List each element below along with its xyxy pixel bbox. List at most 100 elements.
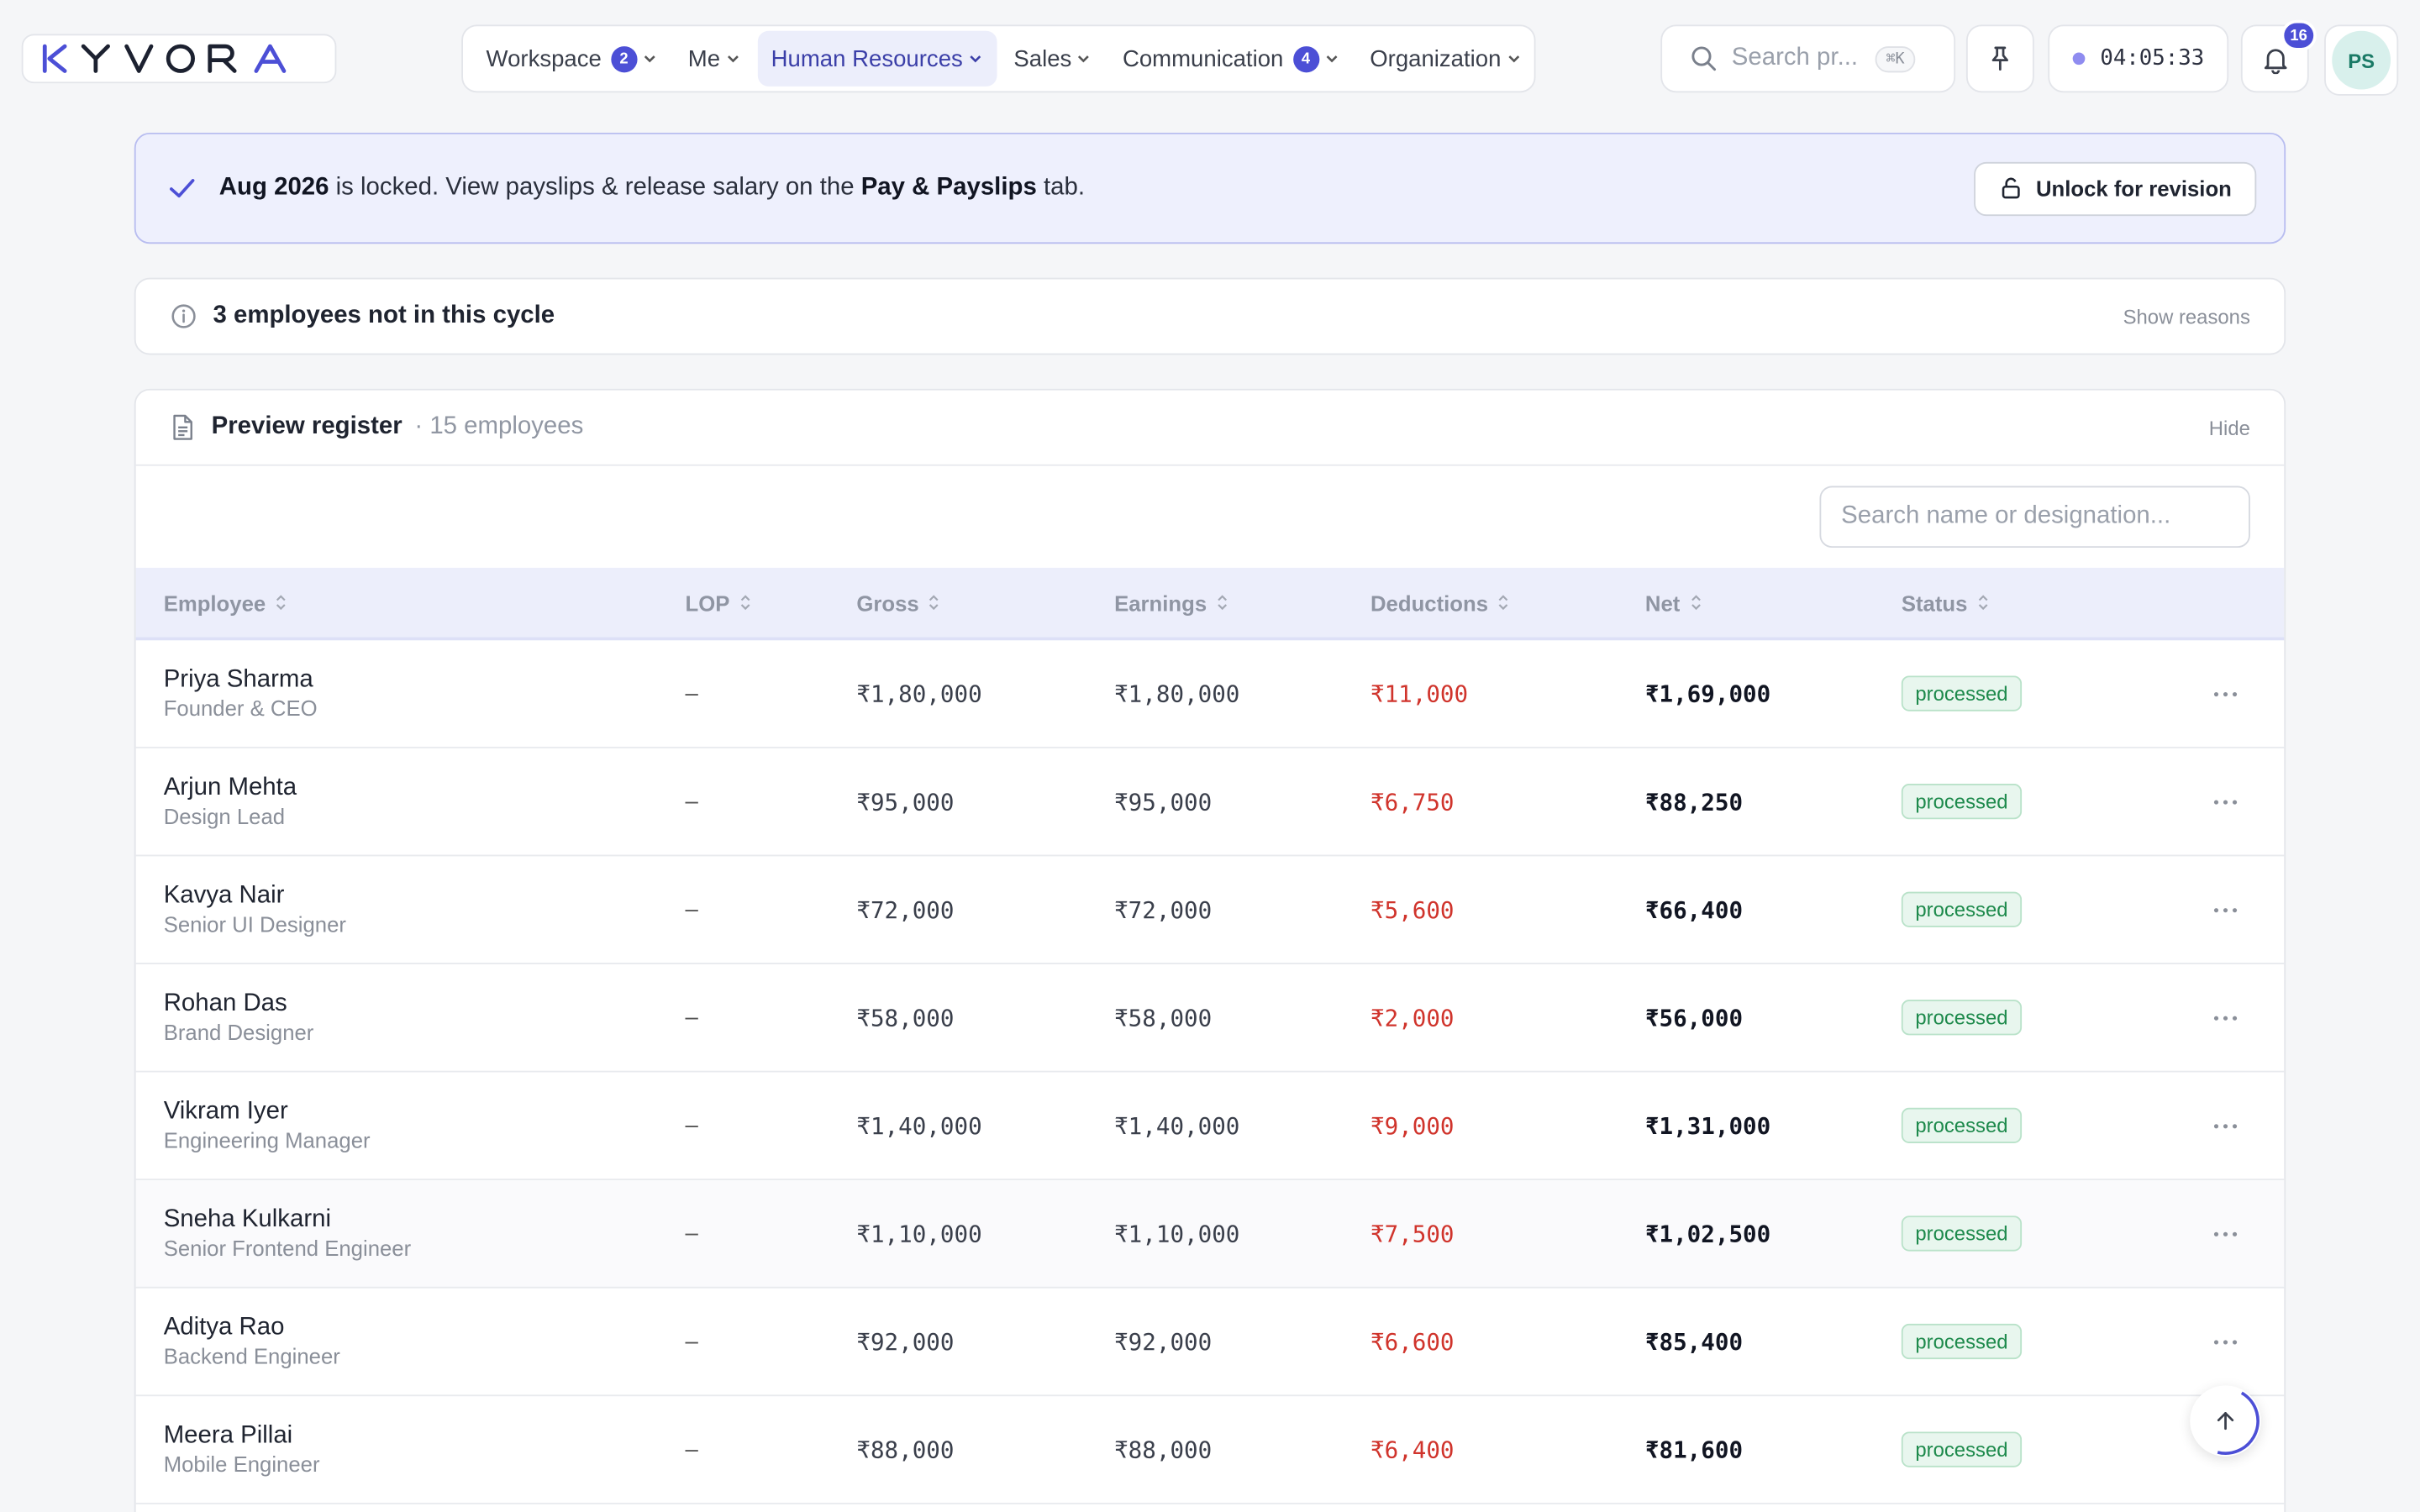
row-actions-button[interactable] <box>2213 640 2238 747</box>
net-value: ₹56,000 <box>1644 1003 1744 1032</box>
more-horizontal-icon <box>2213 691 2238 696</box>
earnings-value: ₹1,40,000 <box>1114 1111 1240 1140</box>
table-row[interactable]: Vikram Iyer Engineering Manager – ₹1,40,0… <box>135 1073 2285 1181</box>
table-row[interactable]: Arjun Mehta Design Lead – ₹95,000 ₹95,000… <box>135 748 2285 857</box>
row-actions-button[interactable] <box>2213 748 2238 855</box>
row-actions-button[interactable] <box>2213 856 2238 963</box>
employee-designation: Mobile Engineer <box>163 1451 320 1476</box>
column-header-lop[interactable]: LOP <box>685 568 751 638</box>
deductions-value: ₹5,600 <box>1370 895 1455 924</box>
nav-label: Communication <box>1122 45 1284 72</box>
employee-name: Arjun Mehta <box>163 774 297 801</box>
net-value: ₹1,02,500 <box>1644 1219 1771 1247</box>
row-actions-button[interactable] <box>2213 964 2238 1071</box>
register-title: Preview register <box>211 413 402 440</box>
global-search[interactable]: ⌘K <box>1660 24 1956 93</box>
banner-text-end: tab. <box>1036 174 1085 201</box>
status-dot <box>2072 52 2085 66</box>
register-header: Preview register · 15 employees Hide <box>135 391 2285 466</box>
table-row[interactable]: Priya Sharma Founder & CEO – ₹1,80,000 ₹1… <box>135 640 2285 748</box>
nav-badge: 4 <box>1292 45 1319 72</box>
banner-text-mid: is locked. View payslips & release salar… <box>329 174 861 201</box>
employee-search-input[interactable] <box>1819 486 2250 549</box>
employee-designation: Senior Frontend Engineer <box>163 1235 412 1260</box>
table-row[interactable]: Kavya Nair Senior UI Designer – ₹72,000 ₹… <box>135 856 2285 964</box>
top-bar: KYVORA Workspace 2 Me Human Resources Sa… <box>0 0 2420 118</box>
unlock-icon <box>2002 177 2021 199</box>
more-horizontal-icon <box>2213 1339 2238 1344</box>
logo[interactable]: KYVORA <box>21 34 337 84</box>
deductions-value: ₹7,500 <box>1370 1219 1455 1247</box>
hide-register-button[interactable]: Hide <box>2209 416 2250 439</box>
employee-name: Rohan Das <box>163 990 287 1016</box>
sort-icon <box>1691 595 1701 611</box>
time-tracker[interactable]: 04:05:33 <box>2048 24 2229 93</box>
nav-sales[interactable]: Sales <box>1000 31 1106 87</box>
nav-badge: 2 <box>610 45 638 72</box>
unlock-for-revision-button[interactable]: Unlock for revision <box>1974 160 2257 216</box>
row-actions-button[interactable] <box>2213 1073 2238 1179</box>
nav-communication[interactable]: Communication 4 <box>1108 31 1353 87</box>
column-header-earnings[interactable]: Earnings <box>1114 568 1228 638</box>
nav-label: Sales <box>1013 45 1072 72</box>
more-horizontal-icon <box>2213 1015 2238 1020</box>
employee-name: Sneha Kulkarni <box>163 1205 332 1232</box>
row-actions-button[interactable] <box>2213 1289 2238 1395</box>
employee-name: Priya Sharma <box>163 665 313 692</box>
lop-value: – <box>685 1220 698 1247</box>
column-header-status[interactable]: Status <box>1902 568 1989 638</box>
deductions-value: ₹9,000 <box>1370 1111 1455 1140</box>
table-row[interactable]: Meera Pillai Mobile Engineer – ₹88,000 ₹8… <box>135 1396 2285 1504</box>
table-row[interactable]: Rohan Das Brand Designer – ₹58,000 ₹58,00… <box>135 964 2285 1073</box>
nav-organization[interactable]: Organization <box>1356 31 1535 87</box>
status-badge: processed <box>1901 1431 2023 1467</box>
lop-value: – <box>685 896 698 923</box>
excluded-employees-notice: 3 employees not in this cycle Show reaso… <box>134 277 2286 355</box>
column-header-net[interactable]: Net <box>1645 568 1702 638</box>
sort-icon <box>1499 595 1508 611</box>
gross-value: ₹58,000 <box>856 1003 955 1032</box>
column-header-gross[interactable]: Gross <box>856 568 940 638</box>
locked-banner: Aug 2026 is locked. View payslips & rele… <box>134 132 2286 244</box>
pin-icon <box>1991 46 2009 71</box>
earnings-value: ₹1,10,000 <box>1114 1219 1240 1247</box>
net-value: ₹1,69,000 <box>1644 680 1771 708</box>
employee-designation: Engineering Manager <box>163 1126 371 1152</box>
table-row[interactable]: Aditya Rao Backend Engineer – ₹92,000 ₹92… <box>135 1289 2285 1397</box>
search-input[interactable] <box>1731 45 1862 73</box>
pin-button[interactable] <box>1965 24 2034 93</box>
user-menu[interactable]: PS <box>2324 24 2399 96</box>
gross-value: ₹88,000 <box>856 1436 955 1464</box>
row-actions-button[interactable] <box>2213 1180 2238 1287</box>
column-header-employee[interactable]: Employee <box>164 568 287 638</box>
info-icon <box>171 304 196 328</box>
employee-name: Meera Pillai <box>163 1421 293 1448</box>
status-badge: processed <box>1901 1215 2023 1252</box>
notifications-button[interactable]: 16 <box>2240 19 2317 93</box>
earnings-value: ₹1,80,000 <box>1114 680 1240 708</box>
register-filter-row <box>136 466 2285 568</box>
notification-badge: 16 <box>2281 19 2317 51</box>
check-icon <box>170 179 195 198</box>
banner-tab-name[interactable]: Pay & Payslips <box>861 175 1037 201</box>
nav-workspace[interactable]: Workspace 2 <box>472 31 671 87</box>
logo-mark <box>42 44 287 73</box>
lop-value: – <box>685 1328 698 1355</box>
employee-name: Kavya Nair <box>163 881 285 908</box>
gross-value: ₹95,000 <box>856 787 955 816</box>
nav-human-resources[interactable]: Human Resources <box>757 30 997 87</box>
sort-icon <box>1978 595 1988 611</box>
document-icon <box>173 414 192 440</box>
deductions-value: ₹2,000 <box>1370 1003 1455 1032</box>
table-row[interactable]: Sneha Kulkarni Senior Frontend Engineer –… <box>135 1180 2285 1289</box>
lop-value: – <box>685 1436 698 1463</box>
lop-value: – <box>685 680 698 707</box>
column-header-deductions[interactable]: Deductions <box>1370 568 1510 638</box>
show-reasons-link[interactable]: Show reasons <box>2123 305 2250 328</box>
scroll-to-top-button[interactable] <box>2190 1385 2261 1457</box>
deductions-value: ₹6,750 <box>1370 787 1455 816</box>
employee-name: Aditya Rao <box>163 1313 285 1341</box>
nav-me[interactable]: Me <box>674 31 754 87</box>
nav-label: Human Resources <box>771 45 963 72</box>
notice-text: 3 employees not in this cycle <box>213 302 555 329</box>
